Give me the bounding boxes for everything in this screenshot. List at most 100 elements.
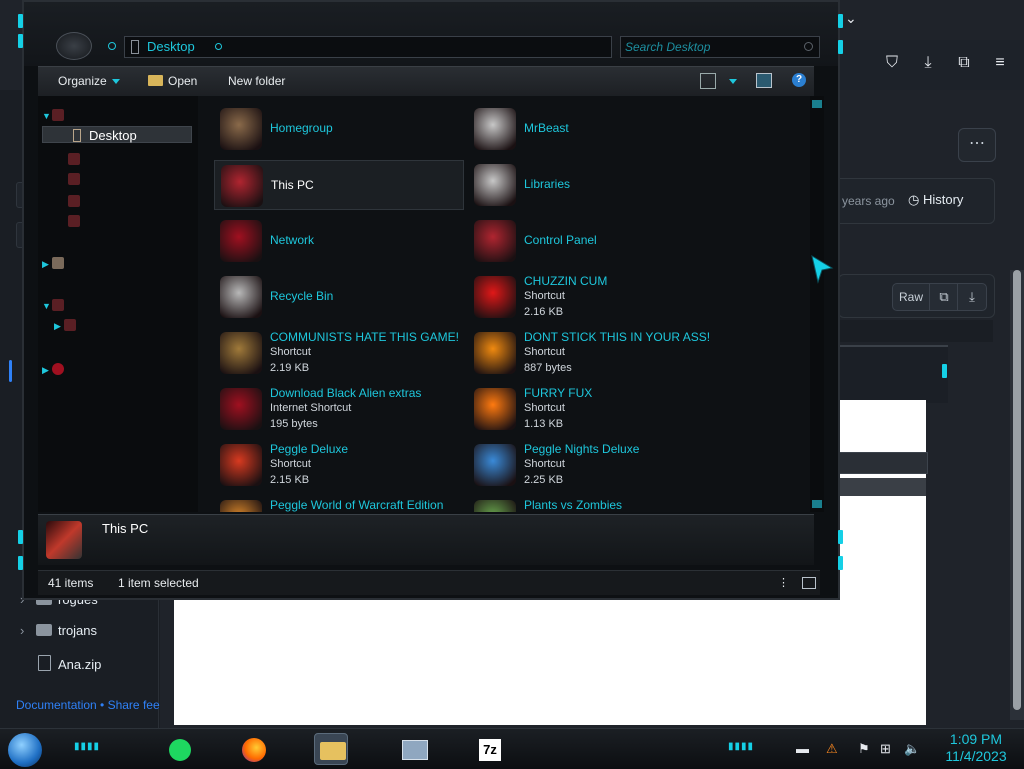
file-type: Shortcut xyxy=(524,346,565,358)
file-item[interactable]: This PC xyxy=(214,160,464,210)
nav-item[interactable] xyxy=(68,152,86,166)
dropdown[interactable] xyxy=(838,452,928,474)
organize-button[interactable]: Organize xyxy=(58,74,120,88)
scroll-down-icon[interactable] xyxy=(812,500,822,508)
copy-icon[interactable]: ⧉ xyxy=(929,283,959,311)
taskbar-spotify[interactable] xyxy=(162,733,196,765)
volume-icon[interactable]: 🔈 xyxy=(904,741,920,757)
thumbnail-view-icon[interactable] xyxy=(802,577,816,589)
file-item[interactable]: DONT STICK THIS IN YOUR ASS! Shortcut 887 … xyxy=(468,328,718,378)
details-view-icon[interactable]: ⋮ xyxy=(778,576,789,589)
expand-arrow-icon[interactable]: ▼ xyxy=(42,301,52,311)
security-icon[interactable]: ⚑ xyxy=(858,741,870,757)
peggle-icon xyxy=(220,444,262,486)
chuzzle-icon xyxy=(474,276,516,318)
file-name: Network xyxy=(270,233,315,247)
taskbar-file-explorer[interactable] xyxy=(314,733,348,765)
homegroup-icon xyxy=(52,257,64,269)
file-size: 195 bytes xyxy=(270,418,318,430)
file-item[interactable]: Plants vs Zombies xyxy=(468,496,718,512)
network-tray-icon[interactable]: ⊞ xyxy=(880,741,891,757)
file-list-scrollbar[interactable] xyxy=(810,96,824,512)
scroll-up-icon[interactable] xyxy=(812,100,822,108)
nav-item[interactable] xyxy=(68,194,86,208)
tree-item-trojans[interactable]: › trojans xyxy=(20,623,97,638)
file-item[interactable]: FURRY FUX Shortcut 1.13 KB xyxy=(468,384,718,434)
status-bar: 41 items 1 item selected ⋮ xyxy=(38,570,820,595)
favorite-icon xyxy=(68,215,80,227)
file-item[interactable]: CHUZZIN CUM Shortcut 2.16 KB xyxy=(468,272,718,322)
extensions-icon[interactable]: ⧉ xyxy=(955,54,973,72)
expand-arrow-icon[interactable]: ▶ xyxy=(42,259,52,270)
new-folder-button[interactable]: New folder xyxy=(228,74,285,88)
address-bar[interactable]: Desktop xyxy=(124,36,612,58)
file-item[interactable]: COMMUNISTS HATE THIS GAME! Shortcut 2.19 K… xyxy=(214,328,464,378)
expand-arrow-icon[interactable]: ▶ xyxy=(42,365,52,376)
control-panel-icon xyxy=(474,220,516,262)
view-options-icon[interactable] xyxy=(729,79,737,84)
file-item[interactable]: Download Black Alien extras Internet Shor… xyxy=(214,384,464,434)
search-input[interactable]: Search Desktop xyxy=(620,36,820,58)
file-size: 2.15 KB xyxy=(270,474,310,486)
taskbar-firefox[interactable] xyxy=(236,733,270,765)
download-icon[interactable]: ⤓ xyxy=(919,54,937,72)
open-button[interactable]: Open xyxy=(148,74,197,88)
file-name: COMMUNISTS HATE THIS GAME! xyxy=(270,330,459,344)
search-icon[interactable] xyxy=(804,42,813,51)
taskbar-7zip[interactable]: 7z xyxy=(472,733,506,765)
nav-item-desktop[interactable]: Desktop xyxy=(42,126,192,143)
file-name: Peggle Deluxe xyxy=(270,442,349,456)
file-item[interactable]: Peggle World of Warcraft Edition xyxy=(214,496,464,512)
file-type: Shortcut xyxy=(524,402,565,414)
file-item[interactable]: Control Panel xyxy=(468,216,718,266)
file-name: FURRY FUX xyxy=(524,386,593,400)
computer-icon xyxy=(221,165,263,207)
browser-scrollbar[interactable] xyxy=(1010,270,1024,720)
network-icon xyxy=(220,220,262,262)
help-icon[interactable]: ? xyxy=(792,73,806,87)
taskbar-monitor-app[interactable] xyxy=(396,733,430,765)
history-button[interactable]: ◷ History xyxy=(908,192,963,208)
file-type: Shortcut xyxy=(524,458,565,470)
expand-arrow-icon[interactable]: ▶ xyxy=(54,321,64,332)
monitor-icon xyxy=(402,740,428,760)
nav-favorites[interactable]: ▼ xyxy=(42,108,70,122)
pocket-icon[interactable]: ⛉ xyxy=(883,54,901,72)
menu-icon[interactable]: ≡ xyxy=(991,54,1009,72)
nav-drive[interactable]: ▶ xyxy=(54,318,82,332)
raw-button[interactable]: Raw xyxy=(892,283,930,311)
change-view-icon[interactable] xyxy=(700,73,716,89)
file-item[interactable]: Peggle Nights Deluxe Shortcut 2.25 KB xyxy=(468,440,718,490)
nav-network[interactable]: ▶ xyxy=(42,362,70,376)
taskbar-clock[interactable]: 1:09 PM 11/4/2023 xyxy=(936,731,1016,765)
file-item[interactable]: Network xyxy=(214,216,464,266)
folder-icon xyxy=(36,624,52,636)
back-forward-orb-icon[interactable] xyxy=(56,32,92,60)
preview-pane-icon[interactable] xyxy=(756,73,772,88)
footer-links[interactable]: Documentation • Share fee xyxy=(16,698,160,712)
file-name: Control Panel xyxy=(524,233,597,247)
organize-label: Organize xyxy=(58,74,107,88)
scrollbar-thumb[interactable] xyxy=(1013,270,1021,710)
address-chevron-icon[interactable] xyxy=(215,43,222,50)
file-item[interactable]: Homegroup xyxy=(214,104,464,154)
java-update-icon[interactable]: ⚠ xyxy=(826,741,838,757)
nav-item[interactable] xyxy=(68,172,86,186)
file-item[interactable]: Libraries xyxy=(468,160,718,210)
tray-overflow-icon[interactable]: ▬ xyxy=(796,741,809,756)
file-item[interactable]: Peggle Deluxe Shortcut 2.15 KB xyxy=(214,440,464,490)
nav-item[interactable] xyxy=(68,214,86,228)
download-raw-icon[interactable]: ⤓ xyxy=(957,283,987,311)
file-type: Shortcut xyxy=(270,346,311,358)
tree-item-ana-zip[interactable]: Ana.zip xyxy=(20,655,101,672)
nav-homegroup[interactable]: ▶ xyxy=(42,256,70,270)
nav-this-pc[interactable]: ▼ xyxy=(42,298,70,312)
taskbar-accent: ▮▮▮▮ xyxy=(74,741,101,752)
start-button[interactable] xyxy=(8,733,42,767)
history-dropdown-icon[interactable] xyxy=(108,42,116,50)
expand-arrow-icon[interactable]: ▼ xyxy=(42,111,52,121)
more-options-button[interactable]: ⋯ xyxy=(958,128,996,162)
chevron-down-icon[interactable]: ⌄ xyxy=(845,10,857,27)
file-item[interactable]: Recycle Bin xyxy=(214,272,464,322)
file-item[interactable]: MrBeast xyxy=(468,104,718,154)
